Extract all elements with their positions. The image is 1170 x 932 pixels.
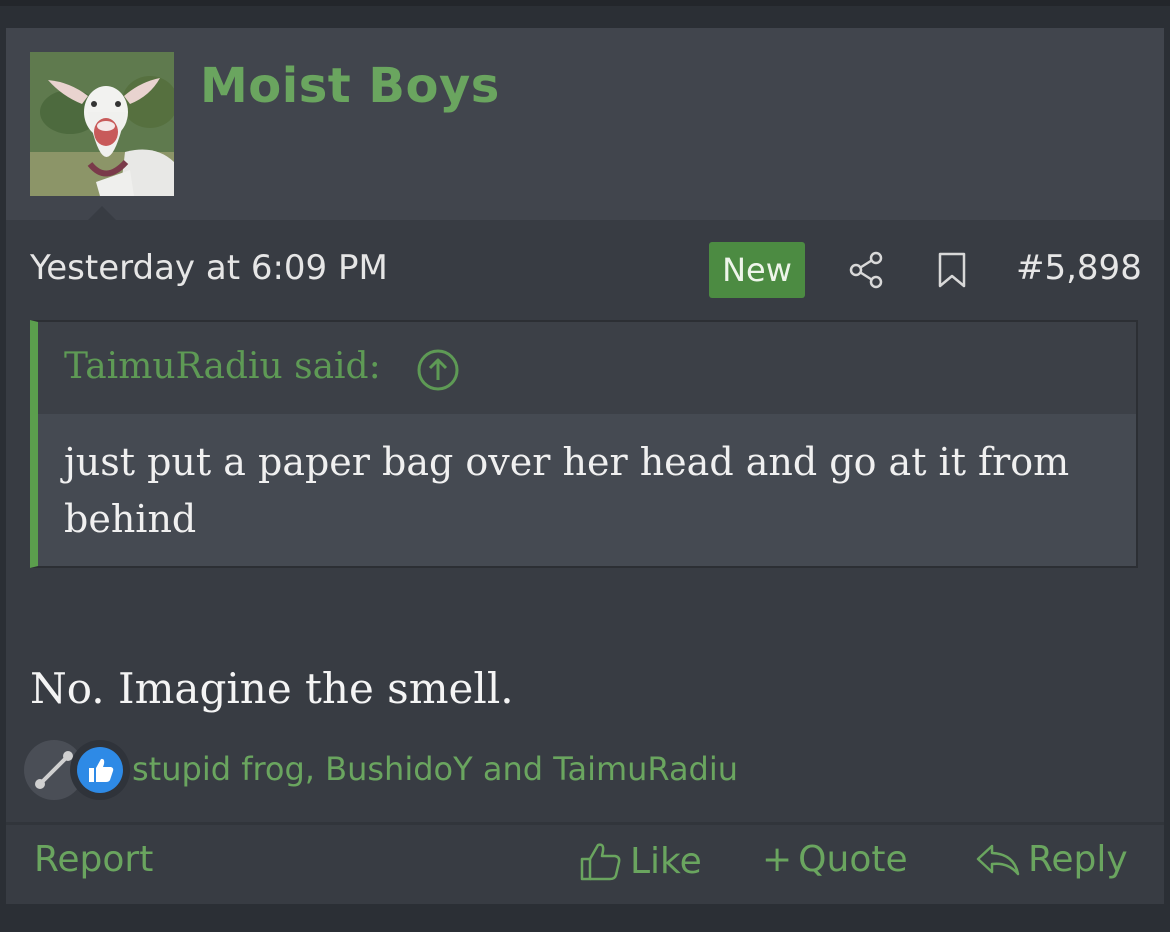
reply-label: Reply — [1028, 839, 1128, 880]
arrow-up-circle-icon[interactable] — [416, 348, 460, 392]
report-link[interactable]: Report — [34, 839, 153, 880]
reply-button[interactable]: Reply — [974, 839, 1128, 880]
post-meta: Yesterday at 6:09 PM New #5,898 — [6, 238, 1164, 302]
reply-icon — [976, 844, 1020, 875]
reaction-users[interactable]: stupid frog, BushidoY and TaimuRadiu — [132, 750, 738, 788]
reactions-bar[interactable]: stupid frog, BushidoY and TaimuRadiu — [24, 740, 924, 804]
quote-author[interactable]: TaimuRadiu said: — [64, 346, 381, 387]
post-number[interactable]: #5,898 — [1016, 248, 1142, 288]
like-reaction-icon — [70, 740, 130, 800]
bottom-divider — [0, 904, 1170, 932]
avatar-pointer — [88, 206, 116, 220]
quote-button[interactable]: + Quote — [762, 839, 908, 880]
bookmark-icon[interactable] — [934, 250, 970, 290]
share-icon[interactable] — [846, 250, 886, 290]
post-actions: Report Like + Quote Reply — [6, 825, 1164, 904]
like-button[interactable]: Like — [578, 839, 702, 883]
new-badge: New — [709, 242, 805, 298]
user-avatar[interactable] — [30, 52, 174, 196]
quote-header: TaimuRadiu said: — [38, 322, 1136, 414]
post-header: Moist Boys — [6, 28, 1164, 220]
username[interactable]: Moist Boys — [200, 58, 500, 114]
thumbs-up-icon — [580, 843, 621, 881]
quote-label: Quote — [798, 839, 908, 880]
post-message: No. Imagine the smell. — [30, 664, 514, 713]
post-timestamp[interactable]: Yesterday at 6:09 PM — [30, 248, 388, 288]
quote-block: TaimuRadiu said: just put a paper bag ov… — [30, 320, 1138, 568]
plus-icon: + — [762, 839, 793, 880]
quote-text: just put a paper bag over her head and g… — [64, 440, 1070, 541]
like-label: Like — [630, 840, 702, 882]
forum-post: Moist Boys Yesterday at 6:09 PM New #5,8… — [6, 28, 1164, 904]
top-divider — [0, 0, 1170, 6]
